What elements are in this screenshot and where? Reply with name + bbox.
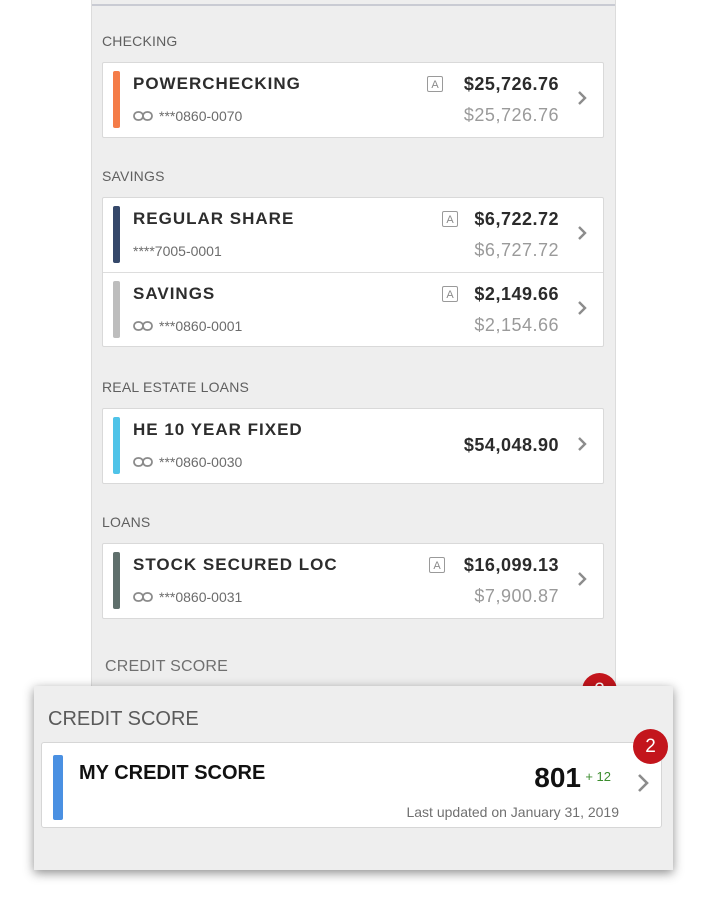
account-color-stripe <box>113 281 120 338</box>
available-balance: $2,154.66 <box>474 315 559 335</box>
available-balance: $7,900.87 <box>474 586 559 606</box>
chevron-right-icon[interactable] <box>577 300 587 321</box>
account-number-text: ****7005-0001 <box>133 243 222 259</box>
section-label-checking: CHECKING <box>102 33 178 49</box>
account-row-regular-share[interactable]: REGULAR SHARE ****7005-0001 A $6,722.72 … <box>103 198 603 272</box>
link-icon <box>133 456 153 468</box>
account-number: ***0860-0030 <box>133 454 242 470</box>
account-card-real-estate: HE 10 YEAR FIXED ***0860-0030 $54,048.90 <box>102 408 604 484</box>
account-number: ***0860-0001 <box>133 318 242 334</box>
section-label-real-estate-loans: REAL ESTATE LOANS <box>102 379 250 395</box>
account-row-savings[interactable]: SAVINGS ***0860-0001 A $2,149.66 $2,154.… <box>103 272 603 346</box>
account-card-loans: STOCK SECURED LOC ***0860-0031 A $16,099… <box>102 543 604 619</box>
credit-score-overlay: CREDIT SCORE MY CREDIT SCORE 801 + 12 La… <box>34 686 673 870</box>
account-color-stripe <box>113 206 120 263</box>
account-color-stripe <box>113 552 120 609</box>
account-name: STOCK SECURED LOC <box>133 555 338 574</box>
chevron-right-icon[interactable] <box>637 773 649 798</box>
availability-badge: A <box>442 211 458 227</box>
current-balance: $6,722.72 <box>474 209 559 229</box>
chevron-right-icon[interactable] <box>577 90 587 111</box>
account-name: SAVINGS <box>133 284 216 303</box>
accounts-panel: CHECKING POWERCHECKING ***0860-0070 A $2… <box>91 0 617 708</box>
account-number: ****7005-0001 <box>133 243 222 259</box>
link-icon <box>133 110 153 122</box>
loan-balance: $54,048.90 <box>463 435 559 455</box>
credit-color-stripe <box>53 755 63 820</box>
account-number-text: ***0860-0030 <box>159 454 243 470</box>
chevron-right-icon[interactable] <box>577 225 587 246</box>
account-card-savings: REGULAR SHARE ****7005-0001 A $6,722.72 … <box>102 197 604 347</box>
account-name: REGULAR SHARE <box>133 209 295 228</box>
credit-score-delta: + 12 <box>585 769 611 784</box>
current-balance: $16,099.13 <box>463 555 559 575</box>
credit-score-updated: Last updated on January 31, 2019 <box>406 804 619 820</box>
chevron-right-icon[interactable] <box>577 571 587 592</box>
account-row-powerchecking[interactable]: POWERCHECKING ***0860-0070 A $25,726.76 … <box>103 63 603 137</box>
section-label-savings: SAVINGS <box>102 168 165 184</box>
account-number: ***0860-0031 <box>133 589 242 605</box>
account-number-text: ***0860-0001 <box>159 318 243 334</box>
credit-score-value: 801 <box>534 762 581 793</box>
current-balance: $25,726.76 <box>463 74 559 94</box>
account-name: POWERCHECKING <box>133 74 301 93</box>
section-label-credit-score: CREDIT SCORE <box>105 658 229 675</box>
current-balance: $2,149.66 <box>474 284 559 304</box>
credit-score-name: MY CREDIT SCORE <box>79 762 266 784</box>
credit-score-card[interactable]: MY CREDIT SCORE 801 + 12 Last updated on… <box>41 742 662 828</box>
account-number-text: ***0860-0070 <box>159 108 243 124</box>
account-color-stripe <box>113 71 120 128</box>
link-icon <box>133 320 153 332</box>
availability-badge: A <box>442 286 458 302</box>
notification-badge: 2 <box>633 729 668 764</box>
available-balance: $6,727.72 <box>474 240 559 260</box>
account-number-text: ***0860-0031 <box>159 589 243 605</box>
link-icon <box>133 591 153 603</box>
section-label-loans: LOANS <box>102 514 151 530</box>
account-row-stock-secured-loc[interactable]: STOCK SECURED LOC ***0860-0031 A $16,099… <box>103 544 603 618</box>
availability-badge: A <box>427 76 443 92</box>
chevron-right-icon[interactable] <box>577 436 587 457</box>
account-card-checking: POWERCHECKING ***0860-0070 A $25,726.76 … <box>102 62 604 138</box>
account-number: ***0860-0070 <box>133 108 242 124</box>
availability-badge: A <box>429 557 445 573</box>
account-row-he-10-year-fixed[interactable]: HE 10 YEAR FIXED ***0860-0030 $54,048.90 <box>103 409 603 483</box>
available-balance: $25,726.76 <box>463 105 559 125</box>
credit-score-title: CREDIT SCORE <box>48 708 199 730</box>
account-name: HE 10 YEAR FIXED <box>133 420 303 439</box>
divider <box>92 4 615 6</box>
account-color-stripe <box>113 417 120 474</box>
